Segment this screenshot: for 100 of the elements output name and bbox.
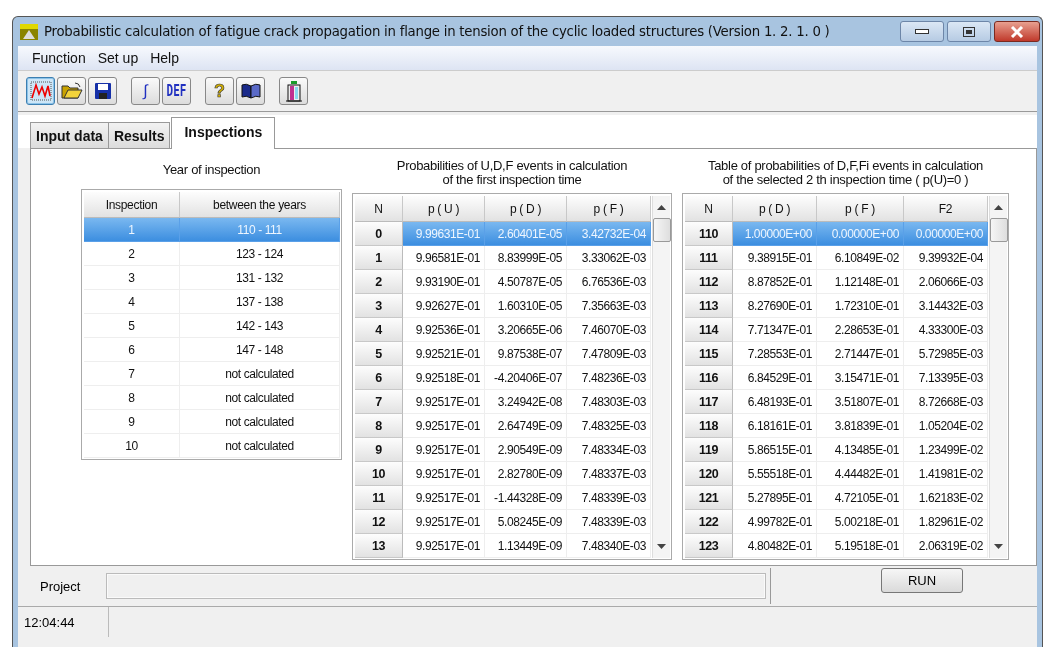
table-row[interactable]: 120 5.55518E-01 4.44482E-01 1.41981E-02 xyxy=(685,462,988,486)
table-row[interactable]: 5 142 - 143 xyxy=(84,314,340,338)
table-row[interactable]: 7 not calculated xyxy=(84,362,340,386)
table-cell: 9 xyxy=(84,410,180,434)
table-cell: 6.48193E-01 xyxy=(733,390,817,414)
scrollbar[interactable] xyxy=(652,196,670,558)
column-header[interactable]: between the years xyxy=(180,192,340,218)
table-cell: 9.87538E-07 xyxy=(485,342,567,366)
tab[interactable]: Results xyxy=(107,122,171,148)
table-cell: 3.33062E-03 xyxy=(567,246,651,270)
table-cell: 9.92521E-01 xyxy=(403,342,485,366)
column-header[interactable]: p ( F ) xyxy=(567,196,651,222)
table-row[interactable]: 110 1.00000E+00 0.00000E+00 0.00000E+00 xyxy=(685,222,988,246)
menu-item[interactable]: Function xyxy=(26,48,92,68)
table-cell: 7.48340E-03 xyxy=(567,534,651,558)
row-header: 10 xyxy=(355,462,403,486)
table-cell: 7.71347E-01 xyxy=(733,318,817,342)
table-row[interactable]: 12 9.92517E-01 5.08245E-09 7.48339E-03 xyxy=(355,510,651,534)
table-row[interactable]: 111 9.38915E-01 6.10849E-02 9.39932E-04 xyxy=(685,246,988,270)
column-header[interactable]: F2 xyxy=(904,196,988,222)
table-row[interactable]: 0 9.99631E-01 2.60401E-05 3.42732E-04 xyxy=(355,222,651,246)
table-row[interactable]: 118 6.18161E-01 3.81839E-01 1.05204E-02 xyxy=(685,414,988,438)
help-icon: ? xyxy=(214,80,225,102)
table-cell: not calculated xyxy=(180,386,340,410)
project-field[interactable] xyxy=(106,573,766,599)
table-row[interactable]: 1 9.96581E-01 8.83999E-05 3.33062E-03 xyxy=(355,246,651,270)
table-row[interactable]: 112 8.87852E-01 1.12148E-01 2.06066E-03 xyxy=(685,270,988,294)
table-row[interactable]: 11 9.92517E-01 -1.44328E-09 7.48339E-03 xyxy=(355,486,651,510)
table-row[interactable]: 3 9.92627E-01 1.60310E-05 7.35663E-03 xyxy=(355,294,651,318)
table-cell: 9.92518E-01 xyxy=(403,366,485,390)
menu-item[interactable]: Set up xyxy=(91,48,145,68)
table-row[interactable]: 116 6.84529E-01 3.15471E-01 7.13395E-03 xyxy=(685,366,988,390)
column-header[interactable]: p ( D ) xyxy=(733,196,817,222)
table-row[interactable]: 4 9.92536E-01 3.20665E-06 7.46070E-03 xyxy=(355,318,651,342)
table-row[interactable]: 6 9.92518E-01 -4.20406E-07 7.48236E-03 xyxy=(355,366,651,390)
table-row[interactable]: 10 9.92517E-01 2.82780E-09 7.48337E-03 xyxy=(355,462,651,486)
column-header[interactable]: p ( D ) xyxy=(485,196,567,222)
table-cell: 1 xyxy=(84,218,180,242)
table-row[interactable]: 2 123 - 124 xyxy=(84,242,340,266)
table-row[interactable]: 8 not calculated xyxy=(84,386,340,410)
table-cell: 9.92517E-01 xyxy=(403,462,485,486)
table-row[interactable]: 117 6.48193E-01 3.51807E-01 8.72668E-03 xyxy=(685,390,988,414)
row-header: 13 xyxy=(355,534,403,558)
table-cell: 7.48325E-03 xyxy=(567,414,651,438)
column-header[interactable]: N xyxy=(685,196,733,222)
table-row[interactable]: 5 9.92521E-01 9.87538E-07 7.47809E-03 xyxy=(355,342,651,366)
table-row[interactable]: 3 131 - 132 xyxy=(84,266,340,290)
table-row[interactable]: 113 8.27690E-01 1.72310E-01 3.14432E-03 xyxy=(685,294,988,318)
toolbar-button[interactable] xyxy=(279,77,308,105)
table-cell: 7.13395E-03 xyxy=(904,366,988,390)
run-button[interactable]: RUN xyxy=(881,567,963,593)
table-row[interactable]: 123 4.80482E-01 5.19518E-01 2.06319E-02 xyxy=(685,534,988,558)
column-header[interactable]: p ( F ) xyxy=(817,196,904,222)
toolbar-button[interactable] xyxy=(57,77,86,105)
table-row[interactable]: 4 137 - 138 xyxy=(84,290,340,314)
table-cell: 1.13449E-09 xyxy=(485,534,567,558)
minimize-button[interactable] xyxy=(900,21,944,42)
table-cell: 1.00000E+00 xyxy=(733,222,817,246)
table-row[interactable]: 119 5.86515E-01 4.13485E-01 1.23499E-02 xyxy=(685,438,988,462)
scrollbar[interactable] xyxy=(989,196,1007,558)
table-row[interactable]: 6 147 - 148 xyxy=(84,338,340,362)
table-cell: 3 xyxy=(84,266,180,290)
table-row[interactable]: 2 9.93190E-01 4.50787E-05 6.76536E-03 xyxy=(355,270,651,294)
table-row[interactable]: 121 5.27895E-01 4.72105E-01 1.62183E-02 xyxy=(685,486,988,510)
table-row[interactable]: 8 9.92517E-01 2.64749E-09 7.48325E-03 xyxy=(355,414,651,438)
table-row[interactable]: 10 not calculated xyxy=(84,434,340,458)
maximize-button[interactable] xyxy=(947,21,991,42)
table-cell: 8.27690E-01 xyxy=(733,294,817,318)
table-cell: 5 xyxy=(84,314,180,338)
tab[interactable]: Input data xyxy=(30,122,109,148)
row-header: 3 xyxy=(355,294,403,318)
table-cell: 6.18161E-01 xyxy=(733,414,817,438)
table-cell: 0.00000E+00 xyxy=(817,222,904,246)
toolbar-button[interactable] xyxy=(236,77,265,105)
table-row[interactable]: 13 9.92517E-01 1.13449E-09 7.48340E-03 xyxy=(355,534,651,558)
close-button[interactable] xyxy=(994,21,1040,42)
table-row[interactable]: 122 4.99782E-01 5.00218E-01 1.82961E-02 xyxy=(685,510,988,534)
table-row[interactable]: 9 9.92517E-01 2.90549E-09 7.48334E-03 xyxy=(355,438,651,462)
row-header: 117 xyxy=(685,390,733,414)
table-cell: 6 xyxy=(84,338,180,362)
table-cell: 2.06319E-02 xyxy=(904,534,988,558)
scroll-thumb[interactable] xyxy=(989,218,1008,242)
table-row[interactable]: 114 7.71347E-01 2.28653E-01 4.33300E-03 xyxy=(685,318,988,342)
table-row[interactable]: 9 not calculated xyxy=(84,410,340,434)
table-cell: 6.10849E-02 xyxy=(817,246,904,270)
toolbar-button[interactable] xyxy=(88,77,117,105)
minimize-icon xyxy=(915,29,929,34)
table-cell: 1.72310E-01 xyxy=(817,294,904,318)
table-cell: 9.92517E-01 xyxy=(403,510,485,534)
column-header[interactable]: N xyxy=(355,196,403,222)
column-header[interactable]: p ( U ) xyxy=(403,196,485,222)
table-cell: 1.05204E-02 xyxy=(904,414,988,438)
table-row[interactable]: 115 7.28553E-01 2.71447E-01 5.72985E-03 xyxy=(685,342,988,366)
table-row[interactable]: 7 9.92517E-01 3.24942E-08 7.48303E-03 xyxy=(355,390,651,414)
toolbar-button[interactable]: ∫ xyxy=(131,77,160,105)
column-header[interactable]: Inspection xyxy=(84,192,180,218)
scroll-thumb[interactable] xyxy=(652,218,671,242)
table-cell: 9.39932E-04 xyxy=(904,246,988,270)
menu-item[interactable]: Help xyxy=(144,48,185,68)
tab[interactable]: Inspections xyxy=(171,117,276,149)
